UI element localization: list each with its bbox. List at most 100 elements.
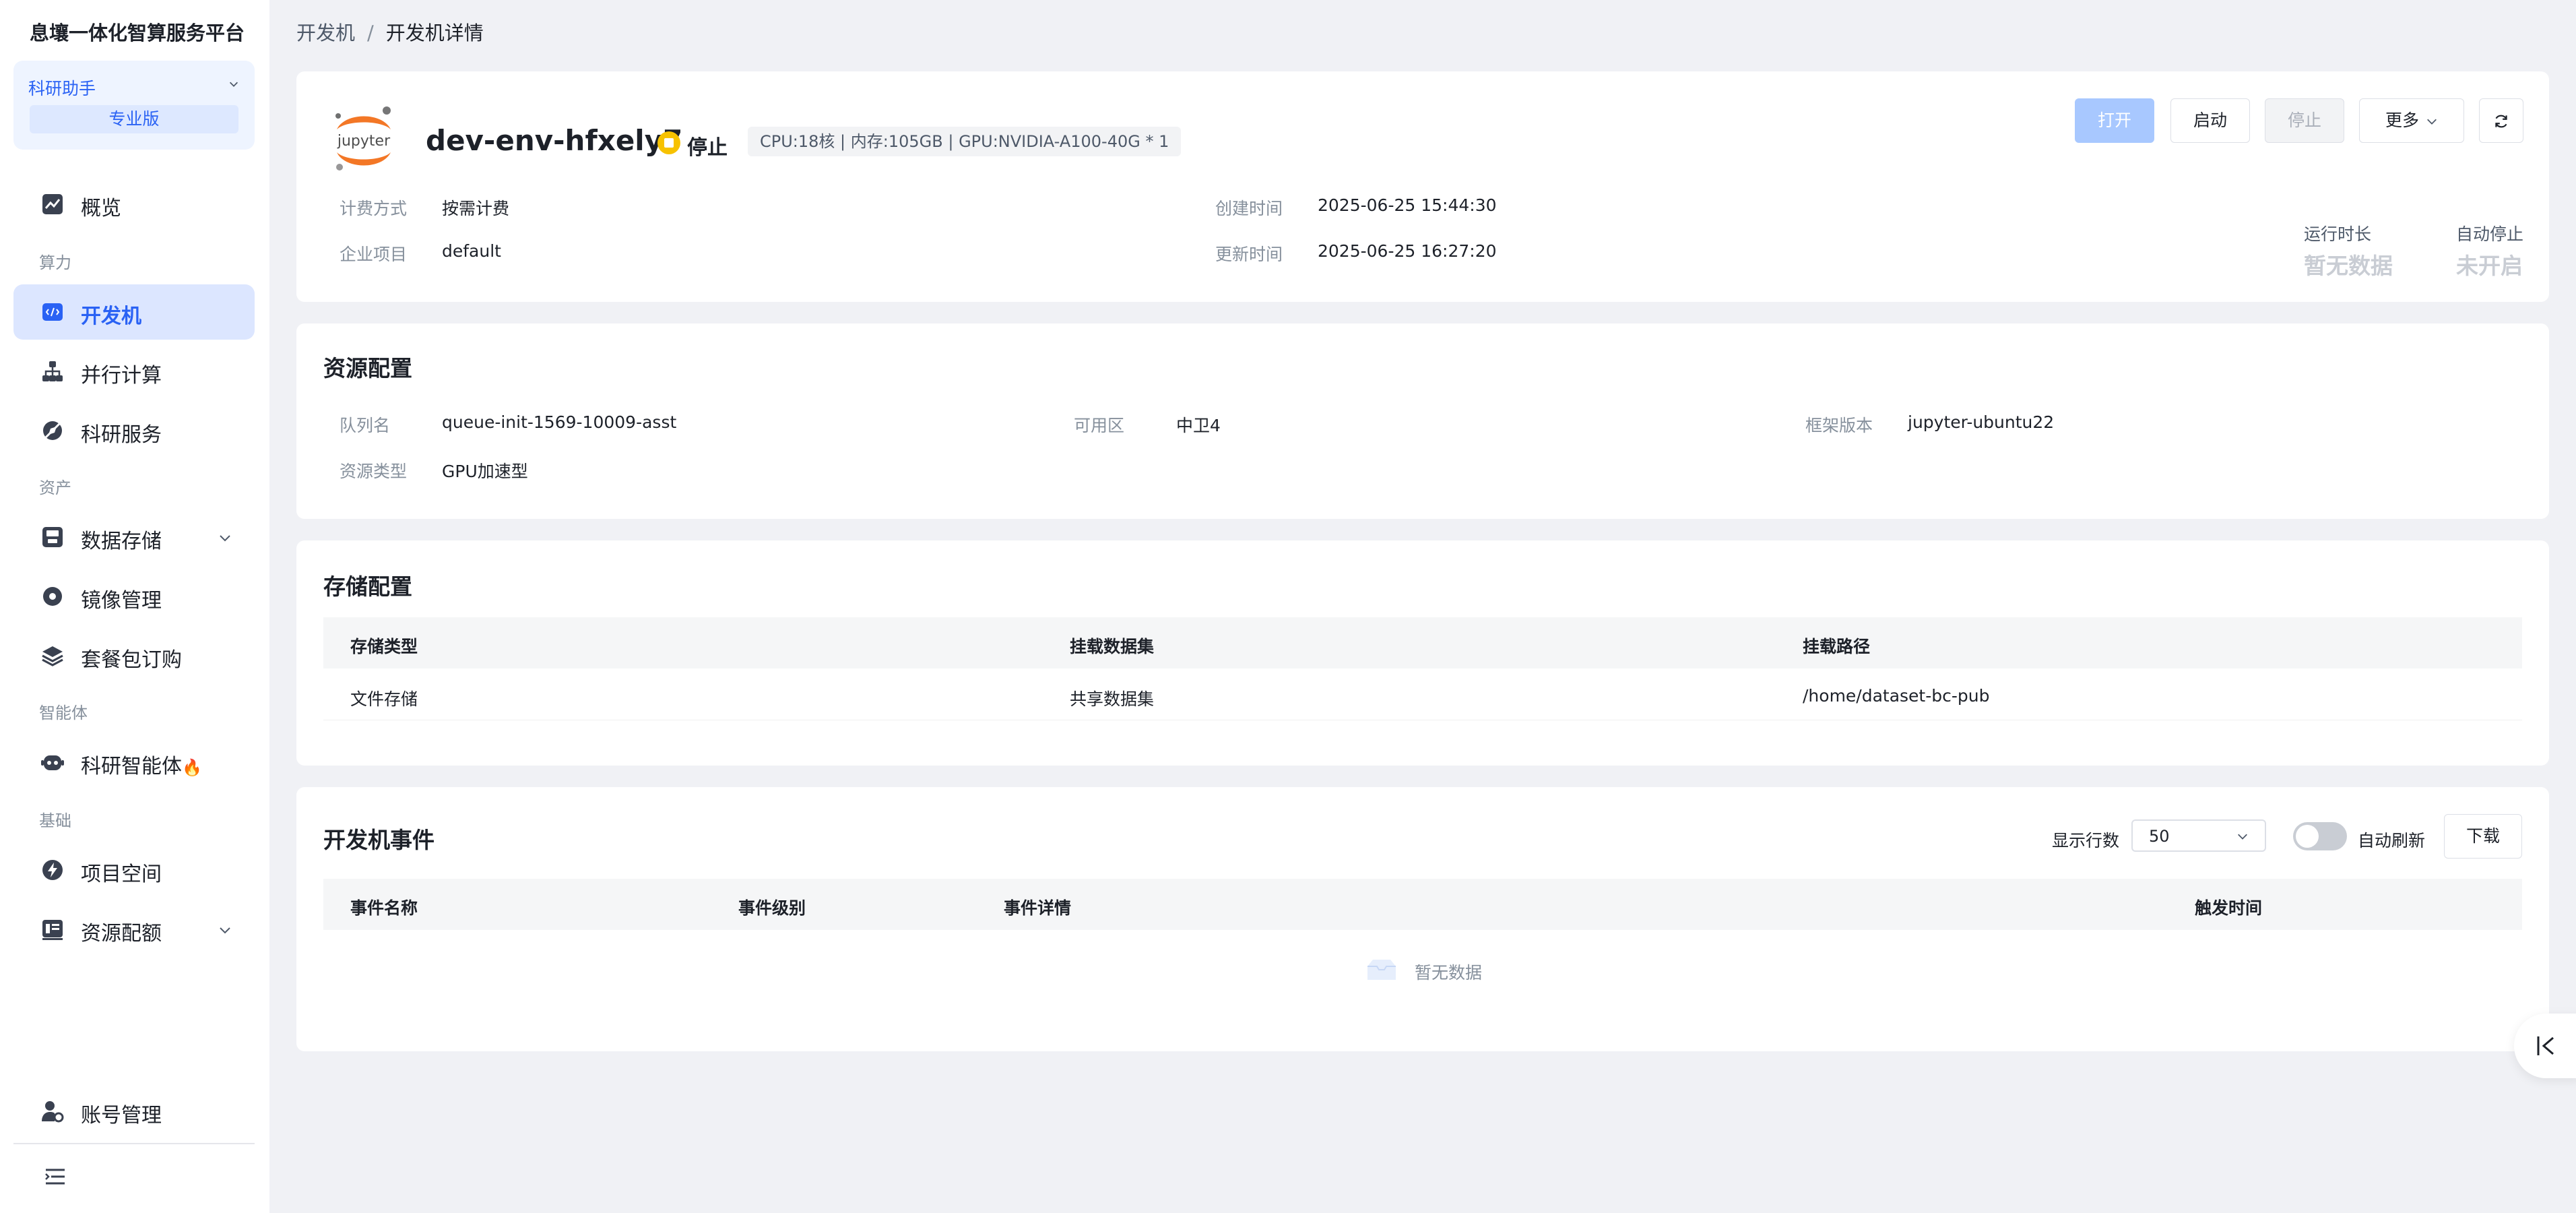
layers-icon bbox=[42, 646, 63, 666]
empty-text: 暂无数据 bbox=[1415, 963, 1483, 983]
storage-table-header: 存储类型 挂载数据集 挂载路径 bbox=[323, 617, 2522, 668]
sidebar-item-label: 开发机 bbox=[81, 305, 141, 328]
chevron-down-icon bbox=[229, 82, 238, 87]
autostop-value: 未开启 bbox=[2456, 253, 2523, 279]
role-name: 科研助手 bbox=[28, 79, 96, 98]
sidebar-item-label: 科研服务 bbox=[81, 423, 162, 447]
table-cell: 共享数据集 bbox=[1070, 689, 1155, 709]
sidebar-item-resource-quota[interactable]: 资源配额 bbox=[13, 902, 255, 957]
created-value: 2025-06-25 15:44:30 bbox=[1318, 195, 1497, 215]
section-compute: 算力 bbox=[39, 253, 71, 272]
robot-icon bbox=[41, 755, 64, 770]
resource-config-title: 资源配置 bbox=[323, 355, 412, 381]
sidebar-item-overview[interactable]: 概览 bbox=[13, 177, 255, 232]
collapse-left-icon bbox=[2537, 1036, 2554, 1055]
section-assets: 资产 bbox=[39, 478, 71, 497]
column-header: 挂载数据集 bbox=[1070, 637, 1155, 656]
empty-box-icon bbox=[1367, 960, 1396, 980]
rows-select[interactable]: 50 bbox=[2131, 819, 2266, 852]
project-label: 企业项目 bbox=[340, 245, 408, 264]
sidebar-item-package-order[interactable]: 套餐包订购 bbox=[13, 628, 255, 683]
sidebar-item-project-space[interactable]: 项目空间 bbox=[13, 842, 255, 898]
more-button[interactable]: 更多 bbox=[2359, 98, 2464, 143]
overview-chart-icon bbox=[42, 194, 63, 214]
compass-icon bbox=[42, 421, 63, 441]
column-header: 触发时间 bbox=[2195, 898, 2263, 918]
sidebar-item-label: 概览 bbox=[81, 197, 121, 220]
billing-label: 计费方式 bbox=[340, 199, 408, 218]
edition-badge: 专业版 bbox=[30, 105, 238, 133]
auto-refresh-toggle[interactable] bbox=[2293, 822, 2347, 850]
storage-config-card: 存储配置 存储类型 挂载数据集 挂载路径 文件存储 共享数据集 /home/da… bbox=[296, 540, 2549, 766]
role-switcher[interactable]: 科研助手 专业版 bbox=[13, 61, 255, 150]
breadcrumb: 开发机 / 开发机详情 bbox=[296, 18, 484, 46]
column-header: 事件级别 bbox=[738, 898, 806, 918]
refresh-button[interactable] bbox=[2479, 98, 2523, 143]
sidebar-item-research-agent[interactable]: 科研智能体🔥 bbox=[13, 735, 255, 790]
devmachine-header-card: jupyter dev-env-hfxely7 停止 CPU:18核 | 内存:… bbox=[296, 71, 2549, 302]
events-table-header: 事件名称 事件级别 事件详情 触发时间 bbox=[323, 879, 2522, 930]
panel-toggle-button[interactable] bbox=[2514, 1014, 2576, 1078]
sidebar-item-label: 账号管理 bbox=[81, 1104, 162, 1127]
fire-icon: 🔥 bbox=[182, 758, 202, 777]
sidebar-item-parallel[interactable]: 并行计算 bbox=[13, 344, 255, 399]
sidebar-item-label: 套餐包订购 bbox=[81, 648, 182, 672]
spec-tag: CPU:18核 | 内存:105GB | GPU:NVIDIA-A100-40G… bbox=[748, 127, 1182, 156]
sidebar-item-research-service[interactable]: 科研服务 bbox=[13, 403, 255, 458]
runtime-value: 暂无数据 bbox=[2304, 253, 2393, 279]
chevron-down-icon bbox=[2427, 119, 2437, 125]
events-card: 开发机事件 显示行数 50 自动刷新 下载 事件名称 事件级别 事件详情 触发时… bbox=[296, 787, 2549, 1051]
disc-icon bbox=[43, 587, 62, 606]
rows-label: 显示行数 bbox=[2052, 831, 2120, 850]
open-button[interactable]: 打开 bbox=[2075, 98, 2154, 143]
column-header: 事件详情 bbox=[1004, 898, 1072, 918]
sidebar-item-image-management[interactable]: 镜像管理 bbox=[13, 569, 255, 624]
storage-icon bbox=[42, 527, 63, 547]
hierarchy-icon bbox=[42, 361, 63, 381]
updated-label: 更新时间 bbox=[1215, 245, 1283, 264]
resource-type-value: GPU加速型 bbox=[442, 462, 528, 481]
quota-icon bbox=[42, 920, 63, 940]
storage-config-title: 存储配置 bbox=[323, 573, 412, 600]
breadcrumb-separator: / bbox=[367, 22, 374, 44]
user-gear-icon bbox=[42, 1101, 64, 1123]
queue-value: queue-init-1569-10009-asst bbox=[442, 412, 677, 432]
brand-title: 息壤一体化智算服务平台 bbox=[30, 22, 245, 44]
download-button[interactable]: 下载 bbox=[2444, 814, 2522, 859]
resource-config-card: 资源配置 队列名 queue-init-1569-10009-asst 可用区 … bbox=[296, 323, 2549, 519]
section-agents: 智能体 bbox=[39, 704, 88, 722]
chevron-down-icon bbox=[220, 927, 230, 934]
sidebar-item-label: 镜像管理 bbox=[81, 589, 162, 613]
breadcrumb-parent[interactable]: 开发机 bbox=[296, 22, 355, 44]
column-header: 事件名称 bbox=[350, 898, 418, 918]
runtime-label: 运行时长 bbox=[2304, 224, 2372, 244]
sidebar-item-account[interactable]: 账号管理 bbox=[13, 1084, 255, 1139]
sidebar-item-label: 数据存储 bbox=[81, 530, 162, 553]
resource-type-label: 资源类型 bbox=[340, 462, 408, 481]
more-button-label: 更多 bbox=[2385, 111, 2419, 130]
queue-label: 队列名 bbox=[340, 416, 391, 435]
sidebar-item-data-storage[interactable]: 数据存储 bbox=[13, 509, 255, 565]
menu-collapse-icon[interactable] bbox=[43, 1164, 67, 1189]
breadcrumb-current: 开发机详情 bbox=[385, 22, 484, 44]
sidebar-item-devmachine[interactable]: 开发机 bbox=[13, 284, 255, 340]
sidebar-item-label: 项目空间 bbox=[81, 863, 162, 886]
toggle-knob bbox=[2296, 825, 2319, 848]
framework-label: 框架版本 bbox=[1805, 416, 1873, 435]
updated-value: 2025-06-25 16:27:20 bbox=[1318, 241, 1497, 261]
sidebar-item-label: 资源配额 bbox=[81, 922, 162, 945]
stop-button[interactable]: 停止 bbox=[2265, 98, 2344, 143]
rows-select-value: 50 bbox=[2149, 827, 2170, 846]
created-label: 创建时间 bbox=[1215, 199, 1283, 218]
table-cell: 文件存储 bbox=[350, 689, 418, 709]
sidebar-divider bbox=[13, 1143, 255, 1144]
lightning-icon bbox=[42, 860, 63, 880]
framework-value: jupyter-ubuntu22 bbox=[1908, 412, 2055, 432]
auto-refresh-label: 自动刷新 bbox=[2358, 831, 2426, 850]
start-button[interactable]: 启动 bbox=[2170, 98, 2250, 143]
refresh-icon bbox=[2495, 115, 2507, 128]
column-header: 存储类型 bbox=[350, 637, 418, 656]
project-value: default bbox=[442, 241, 501, 261]
billing-value: 按需计费 bbox=[442, 199, 510, 218]
section-basic: 基础 bbox=[39, 811, 71, 830]
